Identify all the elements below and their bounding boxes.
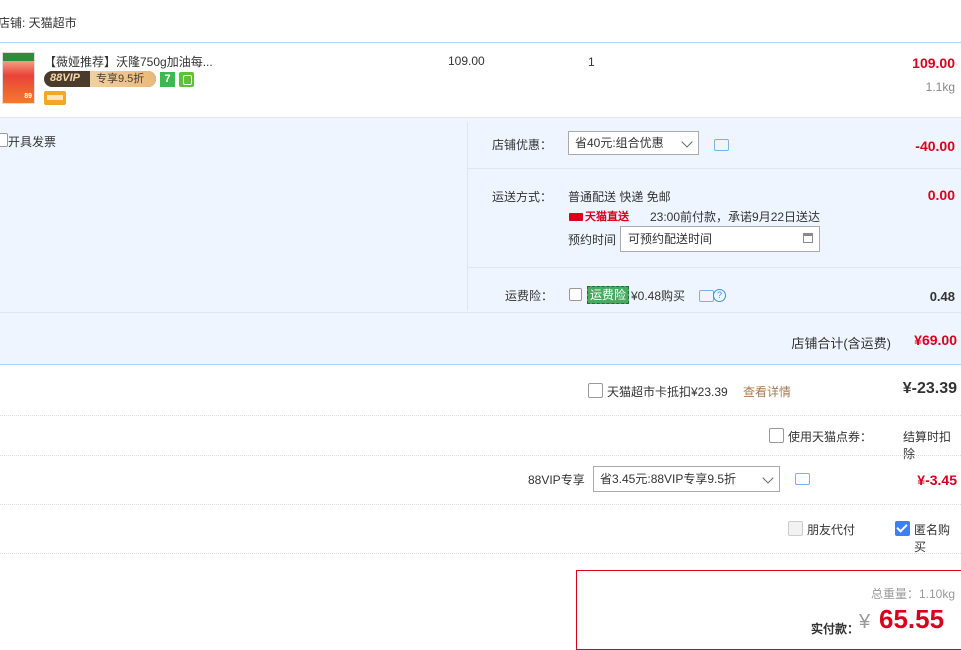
shop-discount-label: 店铺优惠： xyxy=(492,138,553,152)
vip88-value: 省3.45元:88VIP专享9.5折 xyxy=(600,472,737,486)
reserve-time-input[interactable]: 可预约配送时间 xyxy=(620,226,820,252)
store-total-label: 店铺合计(含运费) xyxy=(791,336,891,351)
vip-badge-left: 88VIP xyxy=(50,72,80,84)
card-payment-icon xyxy=(44,91,66,105)
message-icon[interactable] xyxy=(699,290,714,302)
store-total-amount: ¥69.00 xyxy=(914,332,957,348)
tmall-card-checkbox[interactable] xyxy=(588,383,603,398)
reserve-time-placeholder: 可预约配送时间 xyxy=(628,232,713,246)
message-icon[interactable] xyxy=(714,139,729,151)
tmall-card-amount: ¥-23.39 xyxy=(902,380,957,397)
vip-badge-right: 专享9.5折 xyxy=(90,71,156,87)
invoice-label: 开具发票 xyxy=(8,135,57,149)
vip-discount-badge: 88VIP 专享9.5折 xyxy=(44,71,156,87)
unit-price: 109.00 xyxy=(448,54,485,68)
quantity: 1 xyxy=(588,55,595,69)
shipping-label: 运送方式： xyxy=(492,190,553,204)
store-name: 店铺: 天猫超市 xyxy=(0,16,77,30)
shop-discount-amount: -40.00 xyxy=(915,138,955,154)
panel-divider xyxy=(467,267,961,268)
item-subtotal: 109.00 xyxy=(912,55,955,71)
insurance-checkbox[interactable] xyxy=(569,288,582,301)
anonymous-label: 匿名购买 xyxy=(914,523,951,554)
panel-divider xyxy=(467,168,961,169)
vip88-select[interactable]: 省3.45元:88VIP专享9.5折 xyxy=(593,466,780,492)
tmall-card-label: 天猫超市卡抵扣¥23.39 xyxy=(607,385,728,399)
points-label: 使用天猫点券： xyxy=(788,430,873,444)
chevron-down-icon xyxy=(762,472,774,484)
friend-pay-checkbox[interactable] xyxy=(788,521,803,536)
friend-pay-label: 朋友代付 xyxy=(807,523,856,537)
checkmark-icon xyxy=(896,521,908,533)
shipping-amount: 0.00 xyxy=(927,187,955,203)
help-icon[interactable]: ? xyxy=(713,289,726,302)
calendar-icon[interactable] xyxy=(803,233,813,243)
vip88-label: 88VIP专享 xyxy=(528,473,585,487)
invoice-checkbox[interactable] xyxy=(0,133,8,147)
message-icon[interactable] xyxy=(795,473,810,485)
total-weight: 总重量：1.10kg xyxy=(870,587,955,601)
shop-discount-select[interactable]: 省40元:组合优惠 xyxy=(568,131,699,155)
tmall-direct-logo: 天猫直送 xyxy=(569,208,629,224)
panel-divider xyxy=(0,312,961,313)
thumbnail-price: 89 xyxy=(24,93,32,100)
insurance-label: 运费险： xyxy=(505,289,554,303)
row-divider xyxy=(0,553,961,555)
shop-discount-value: 省40元:组合优惠 xyxy=(575,136,664,150)
panel-divider xyxy=(467,122,468,311)
row-divider xyxy=(0,455,961,457)
insurance-badge: 运费险 xyxy=(587,286,630,304)
insurance-price: ¥0.48购买 xyxy=(631,289,686,303)
guarantee-icon xyxy=(179,72,194,87)
store-header: 店铺: 天猫超市 xyxy=(0,0,961,43)
product-thumbnail[interactable]: 89 xyxy=(2,52,35,104)
chevron-down-icon xyxy=(681,136,693,148)
product-title[interactable]: 【薇娅推荐】沃隆750g加油每... xyxy=(44,53,213,70)
row-divider xyxy=(0,504,961,506)
reserve-time-label: 预约时间 xyxy=(568,233,617,247)
pay-label: 实付款： xyxy=(811,622,860,636)
row-divider xyxy=(0,415,961,417)
item-weight: 1.1kg xyxy=(925,80,955,94)
delivery-promise: 23:00前付款，承诺9月22日送达 xyxy=(650,210,821,224)
pay-amount: 65.55 xyxy=(879,604,945,634)
tmall-direct-text: 天猫直送 xyxy=(585,211,629,223)
points-checkbox[interactable] xyxy=(769,428,784,443)
tmall-card-details-link[interactable]: 查看详情 xyxy=(743,383,791,400)
shipping-method: 普通配送 快递 免邮 xyxy=(568,190,671,204)
insurance-amount: 0.48 xyxy=(929,289,955,304)
vip88-amount: ¥-3.45 xyxy=(917,472,957,488)
seven-day-return-icon: 7 xyxy=(160,72,175,87)
pay-currency: ¥ xyxy=(859,611,871,633)
anonymous-checkbox[interactable] xyxy=(895,521,910,536)
